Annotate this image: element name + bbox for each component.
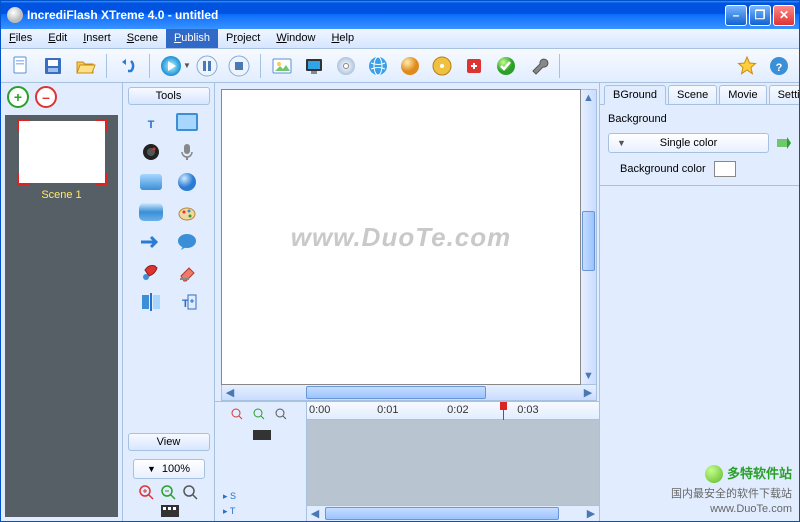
text-scale-tool[interactable]: T — [171, 289, 203, 315]
undo-button[interactable] — [113, 51, 143, 81]
menu-insert[interactable]: Insert — [75, 29, 119, 48]
menu-bar: Files Edit Insert Scene Publish Project … — [1, 29, 799, 49]
menu-files[interactable]: Files — [1, 29, 40, 48]
tl-sound-expand[interactable]: ▸ S — [223, 491, 236, 502]
stop-button[interactable] — [224, 51, 254, 81]
canvas-area: www.DuoTe.com ▲ ▼ ◀ ▶ — [215, 83, 599, 521]
zoom-in-button[interactable] — [139, 485, 155, 501]
vscroll-thumb[interactable] — [582, 211, 595, 271]
scene-thumbnail[interactable] — [19, 121, 105, 183]
insert-sphere-button[interactable] — [395, 51, 425, 81]
brand-logo-icon — [705, 465, 723, 483]
favorites-button[interactable] — [732, 51, 762, 81]
text-tool[interactable]: T — [135, 109, 167, 135]
tab-scene[interactable]: Scene — [668, 85, 717, 104]
arrow-tool[interactable] — [135, 229, 167, 255]
minimize-button[interactable]: – — [725, 5, 747, 26]
bg-color-label: Background color — [620, 163, 706, 175]
canvas-hscrollbar[interactable]: ◀ ▶ — [221, 385, 597, 401]
menu-window[interactable]: Window — [268, 29, 323, 48]
ellipse-tool[interactable] — [171, 169, 203, 195]
rect-tool[interactable] — [135, 169, 167, 195]
paint-tool[interactable] — [171, 199, 203, 225]
watermark: www.DuoTe.com — [291, 222, 512, 253]
svg-text:T: T — [147, 119, 154, 131]
insert-globe-button[interactable] — [363, 51, 393, 81]
tab-setting[interactable]: Setting — [769, 85, 799, 104]
settings-wrench-button[interactable] — [523, 51, 553, 81]
timeline-tracks[interactable] — [307, 420, 599, 505]
scene-panel: + – Scene 1 — [1, 83, 123, 521]
bg-mode-combo[interactable]: Single color — [608, 133, 769, 153]
open-button[interactable] — [70, 51, 100, 81]
stage-canvas[interactable]: www.DuoTe.com — [221, 89, 581, 385]
maximize-button[interactable]: ❐ — [749, 5, 771, 26]
scroll-up-button[interactable]: ▲ — [581, 90, 596, 106]
new-button[interactable] — [6, 51, 36, 81]
image-tool[interactable] — [171, 109, 203, 135]
branding-footer: 多特软件站 国内最安全的软件下载站 www.DuoTe.com — [671, 465, 792, 516]
pause-button[interactable] — [192, 51, 222, 81]
menu-edit[interactable]: Edit — [40, 29, 75, 48]
view-header: View — [128, 433, 210, 451]
camera-tool[interactable] — [135, 139, 167, 165]
publish-check-button[interactable] — [491, 51, 521, 81]
window-title: IncrediFlash XTreme 4.0 - untitled — [27, 8, 725, 22]
save-button[interactable] — [38, 51, 68, 81]
menu-scene[interactable]: Scene — [119, 29, 166, 48]
tab-movie[interactable]: Movie — [719, 85, 766, 104]
play-dropdown-icon[interactable]: ▼ — [183, 61, 191, 70]
help-button[interactable]: ? — [764, 51, 794, 81]
menu-project[interactable]: Project — [218, 29, 268, 48]
tl-filmstrip-button[interactable] — [253, 430, 269, 446]
scroll-right-button[interactable]: ▶ — [580, 385, 596, 400]
timeline-ruler[interactable]: 0:00 0:01 0:02 0:03 — [307, 402, 599, 420]
prop-heading: Background — [608, 113, 791, 125]
zoom-out-button[interactable] — [161, 485, 177, 501]
insert-cd-button[interactable] — [331, 51, 361, 81]
menu-publish[interactable]: Publish — [166, 29, 218, 48]
eraser-tool[interactable] — [171, 259, 203, 285]
timeline-hscrollbar[interactable]: ◀ ▶ — [307, 505, 599, 521]
hscroll-thumb[interactable] — [306, 386, 486, 399]
apply-bg-icon[interactable] — [775, 135, 791, 151]
play-button[interactable] — [156, 51, 186, 81]
zoom-fit-button[interactable] — [183, 485, 199, 501]
insert-disc-button[interactable] — [427, 51, 457, 81]
insert-image-button[interactable] — [267, 51, 297, 81]
svg-text:?: ? — [776, 62, 783, 74]
canvas-vscrollbar[interactable]: ▲ ▼ — [581, 89, 597, 385]
zoom-combo[interactable]: ▼100% — [133, 459, 205, 479]
title-bar[interactable]: IncrediFlash XTreme 4.0 - untitled – ❐ ✕ — [1, 1, 799, 29]
main-toolbar: ▼ ? — [1, 49, 799, 83]
flip-h-tool[interactable] — [135, 289, 167, 315]
bg-color-swatch[interactable] — [714, 161, 736, 177]
delete-scene-button[interactable]: – — [35, 86, 57, 108]
tab-bground[interactable]: BGround — [604, 85, 666, 105]
properties-panel: BGround Scene Movie Setting Background S… — [599, 83, 799, 521]
insert-screen-button[interactable] — [299, 51, 329, 81]
menu-help[interactable]: Help — [323, 29, 362, 48]
tools-header: Tools — [128, 87, 210, 105]
tl-zoom-fit[interactable] — [275, 408, 291, 424]
scene-label: Scene 1 — [41, 189, 81, 201]
app-icon — [7, 7, 23, 23]
scroll-down-button[interactable]: ▼ — [581, 368, 596, 384]
tl-zoom-out[interactable] — [253, 408, 269, 424]
brush-tool[interactable] — [135, 259, 167, 285]
tools-panel: Tools T T View ▼100% — [123, 83, 215, 521]
microphone-tool[interactable] — [171, 139, 203, 165]
close-button[interactable]: ✕ — [773, 5, 795, 26]
export-button[interactable] — [459, 51, 489, 81]
scene-list[interactable]: Scene 1 — [5, 115, 118, 517]
app-window: IncrediFlash XTreme 4.0 - untitled – ❐ ✕… — [0, 0, 800, 522]
add-scene-button[interactable]: + — [7, 86, 29, 108]
timeline-panel: ▸ S ▸ T 0:00 0:01 0:02 0:03 ◀ — [215, 401, 599, 521]
callout-tool[interactable] — [171, 229, 203, 255]
scroll-left-button[interactable]: ◀ — [222, 385, 238, 400]
view-filmstrip-button[interactable] — [161, 505, 177, 521]
button-tool[interactable] — [135, 199, 167, 225]
tl-zoom-in[interactable] — [231, 408, 247, 424]
tl-text-expand[interactable]: ▸ T — [223, 506, 235, 517]
